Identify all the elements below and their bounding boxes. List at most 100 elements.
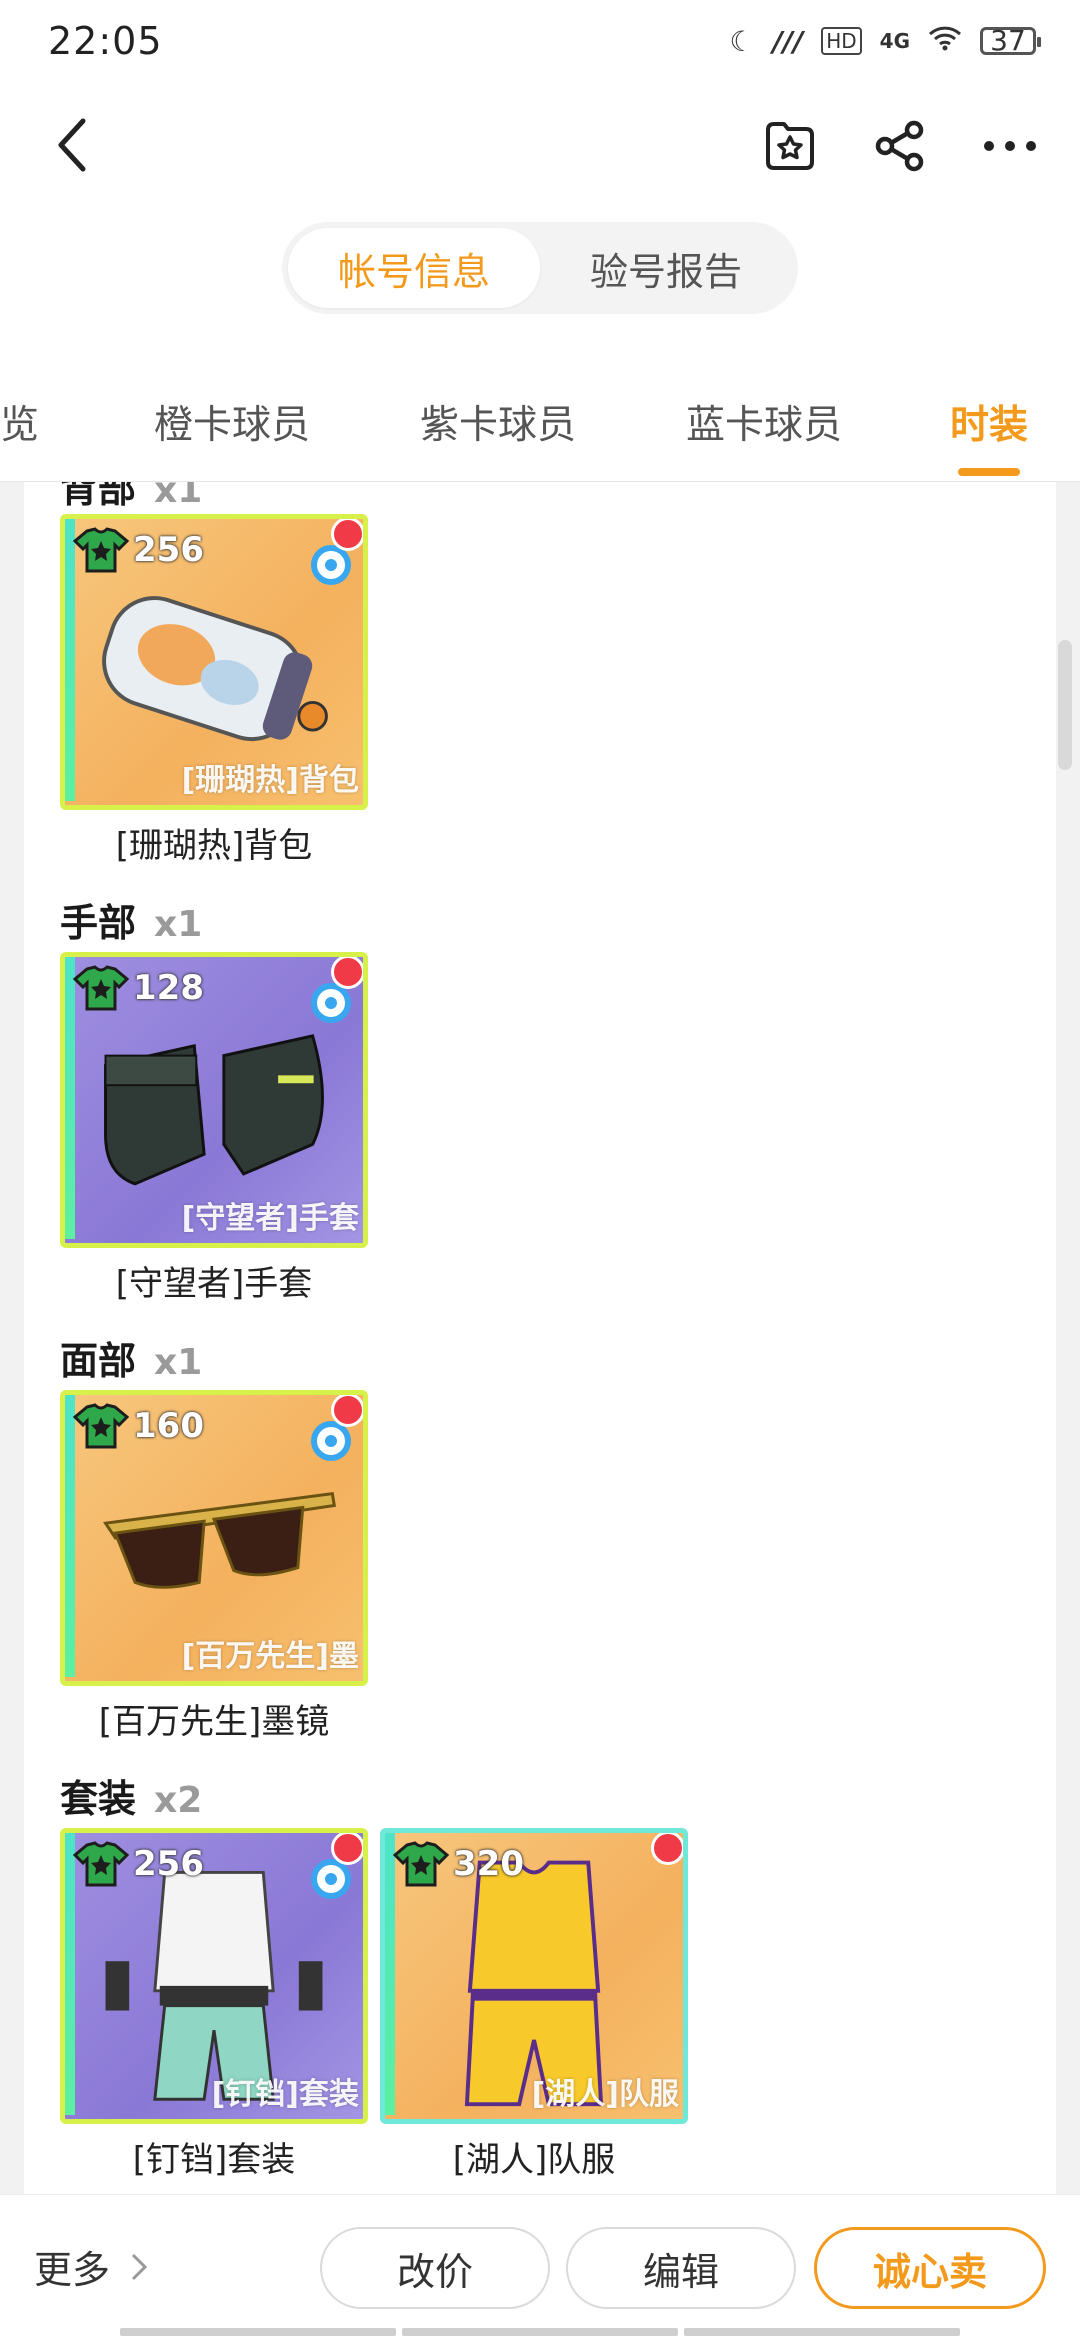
section-title: 面部: [60, 1339, 137, 1383]
fashion-item-card[interactable]: 160 [百万先生]墨 [百万先生]墨镜: [60, 1390, 368, 1743]
bottom-action-bar: 更多 改价 编辑 诚心卖: [0, 2194, 1080, 2340]
tab-blue-players[interactable]: 蓝卡球员: [686, 394, 842, 450]
section-title: 背部: [60, 482, 137, 511]
new-badge: [331, 957, 363, 989]
item-price: 160: [133, 1406, 204, 1446]
back-button[interactable]: [36, 110, 106, 180]
fashion-item-image: 320 [湖人]队服: [380, 1828, 688, 2124]
star-folder-icon: [766, 122, 814, 170]
tab-purple-players[interactable]: 紫卡球员: [420, 394, 576, 450]
edit-price-button[interactable]: 改价: [320, 2227, 550, 2309]
new-badge: [331, 519, 363, 551]
new-badge: [331, 1833, 363, 1865]
target-icon: [311, 1421, 351, 1461]
shirt-icon: [73, 527, 129, 573]
segment-inspection-report[interactable]: 验号报告: [540, 228, 792, 308]
price-chip: 256: [73, 1841, 204, 1887]
section-header-suits: 套装 x2: [60, 1768, 202, 1823]
home-indicator-segment: [684, 2328, 960, 2336]
shirt-icon: [73, 965, 129, 1011]
item-overlay-name: [钉铛]套装: [211, 2077, 359, 2112]
price-chip: 160: [73, 1403, 204, 1449]
section-count: x1: [154, 904, 203, 945]
item-price: 320: [453, 1844, 524, 1884]
fashion-item-card[interactable]: 320 [湖人]队服 [湖人]队服: [380, 1828, 688, 2181]
fashion-item-image: 160 [百万先生]墨: [60, 1390, 368, 1686]
home-indicator-segment: [402, 2328, 678, 2336]
section-header-face: 面部 x1: [60, 1330, 202, 1385]
shirt-icon: [393, 1841, 449, 1887]
scrollbar-thumb[interactable]: [1058, 640, 1072, 770]
category-tabs: 览 橙卡球员 紫卡球员 蓝卡球员 时装: [0, 342, 1080, 482]
signal-icon: ///: [772, 24, 804, 58]
segment-account-info[interactable]: 帐号信息: [288, 228, 540, 308]
status-icons: ☾ /// HD 4G 37: [729, 24, 1041, 58]
item-price: 256: [133, 530, 204, 570]
status-bar: 22:05 ☾ /// HD 4G 37: [0, 0, 1080, 82]
more-button[interactable]: 更多: [34, 2239, 148, 2294]
fashion-item-image: 128 [守望者]手套: [60, 952, 368, 1248]
item-price: 256: [133, 1844, 204, 1884]
target-icon: [311, 545, 351, 585]
section-count: x1: [154, 482, 203, 511]
more-label: 更多: [34, 2248, 111, 2292]
section-title: 套装: [60, 1777, 137, 1821]
share-icon: [875, 120, 924, 172]
fashion-item-card[interactable]: 256 [珊瑚热]背包 [珊瑚热]背包: [60, 514, 368, 867]
item-price: 128: [133, 968, 204, 1008]
target-icon: [311, 1859, 351, 1899]
edit-button[interactable]: 编辑: [566, 2227, 796, 2309]
item-overlay-name: [百万先生]墨: [181, 1639, 359, 1674]
section-title: 手部: [60, 901, 137, 945]
home-indicator-segment: [120, 2328, 396, 2336]
fashion-item-image: 256 [珊瑚热]背包: [60, 514, 368, 810]
fashion-item-card[interactable]: 128 [守望者]手套 [守望者]手套: [60, 952, 368, 1305]
moon-icon: ☾: [729, 24, 755, 58]
section-header-hands: 手部 x1: [60, 892, 202, 947]
share-button[interactable]: [864, 110, 936, 182]
more-options-button[interactable]: [974, 110, 1046, 182]
price-chip: 256: [73, 527, 204, 573]
shirt-icon: [73, 1403, 129, 1449]
tab-indicator: [958, 468, 1020, 476]
chevron-right-icon: [131, 2253, 148, 2280]
item-overlay-name: [珊瑚热]背包: [181, 763, 359, 798]
section-count: x1: [154, 1342, 203, 1383]
segment-wrap: 帐号信息 验号报告: [0, 212, 1080, 342]
section-header-back: 背部 x1: [60, 482, 202, 513]
price-chip: 128: [73, 965, 204, 1011]
segmented-control: 帐号信息 验号报告: [282, 222, 798, 314]
tab-orange-players[interactable]: 橙卡球员: [154, 394, 310, 450]
item-name: [钉铛]套装: [132, 2140, 296, 2180]
item-overlay-name: [守望者]手套: [181, 1201, 359, 1236]
chevron-left-icon: [58, 118, 86, 172]
fashion-item-card[interactable]: 256 [钉铛]套装 [钉铛]套装: [60, 1828, 368, 2181]
screen: 22:05 ☾ /// HD 4G 37 帐号信息 验号报告 览 橙卡球员 紫卡…: [0, 0, 1080, 2340]
fashion-list[interactable]: 背部 x1 256 [珊瑚热]背包 [珊瑚热]背包 手部 x1 128 [守望者…: [24, 482, 1056, 2194]
fashion-item-image: 256 [钉铛]套装: [60, 1828, 368, 2124]
nav-actions: [754, 110, 1046, 182]
hd-icon: HD: [821, 27, 862, 55]
tab-overview[interactable]: 览: [0, 394, 39, 450]
nav-bar: [0, 82, 1080, 212]
tab-fashion[interactable]: 时装: [950, 394, 1028, 450]
wifi-icon: [928, 25, 962, 58]
item-overlay-name: [湖人]队服: [531, 2077, 679, 2112]
favorite-button[interactable]: [754, 110, 826, 182]
section-count: x2: [154, 1780, 203, 1821]
new-badge: [651, 1833, 683, 1865]
shirt-icon: [73, 1841, 129, 1887]
battery-icon: 37: [980, 27, 1041, 55]
target-icon: [311, 983, 351, 1023]
home-indicator: [120, 2328, 960, 2336]
new-badge: [331, 1395, 363, 1427]
network-icon: 4G: [879, 29, 910, 53]
price-chip: 320: [393, 1841, 524, 1887]
ellipsis-icon: [984, 141, 1036, 151]
item-name: [珊瑚热]背包: [115, 826, 313, 866]
item-name: [守望者]手套: [115, 1264, 313, 1304]
item-name: [百万先生]墨镜: [98, 1702, 330, 1742]
status-time: 22:05: [48, 19, 163, 63]
item-name: [湖人]队服: [452, 2140, 616, 2180]
sell-button[interactable]: 诚心卖: [814, 2227, 1046, 2309]
